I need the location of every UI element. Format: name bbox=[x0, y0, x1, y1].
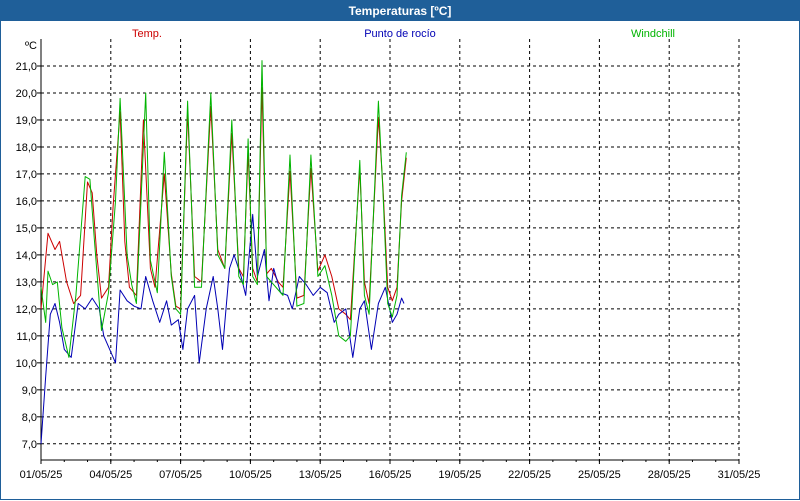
x-tick-label: 19/05/25 bbox=[438, 469, 481, 481]
legend-entry-0: Temp. bbox=[132, 28, 162, 40]
y-tick-label: 10,0 bbox=[16, 358, 37, 370]
x-tick-label: 16/05/25 bbox=[369, 469, 412, 481]
x-tick-label: 10/05/25 bbox=[229, 469, 272, 481]
y-tick-label: 9,0 bbox=[22, 385, 37, 397]
x-tick-label: 07/05/25 bbox=[159, 469, 202, 481]
y-tick-label: 13,0 bbox=[16, 277, 37, 289]
series-line-2 bbox=[40, 60, 407, 358]
legend-entry-1: Punto de rocío bbox=[364, 28, 436, 40]
axes: ºC bbox=[25, 39, 740, 464]
x-tick-label: 22/05/25 bbox=[508, 469, 551, 481]
x-tick-label: 31/05/25 bbox=[718, 469, 761, 481]
y-tick-label: 14,0 bbox=[16, 250, 37, 262]
y-ticks: 7,0 8,0 9,0 10,0 11,0 12,0 13,0 14,0 15,0 16,0 17,… bbox=[16, 61, 37, 451]
y-tick-label: 20,0 bbox=[16, 88, 37, 100]
x-ticks: 01/05/25 04/05/25 07/05/25 10/05/25 13/05/25… bbox=[20, 469, 761, 481]
y-tick-label: 18,0 bbox=[16, 142, 37, 154]
x-tick-label: 25/05/25 bbox=[578, 469, 621, 481]
y-tick-label: 16,0 bbox=[16, 196, 37, 208]
x-tick-label: 13/05/25 bbox=[299, 469, 342, 481]
x-tick-label: 04/05/25 bbox=[89, 469, 132, 481]
y-axis-label: ºC bbox=[25, 40, 37, 52]
legend-entry-2: Windchill bbox=[631, 28, 675, 40]
chart-window: Temperaturas [ºC] ºC 7,0 8,0 9,0 10,0 11,0 12… bbox=[0, 0, 800, 500]
y-tick-label: 11,0 bbox=[16, 331, 37, 343]
y-tick-label: 12,0 bbox=[16, 304, 37, 316]
y-tick-label: 17,0 bbox=[16, 169, 37, 181]
y-tick-label: 21,0 bbox=[16, 61, 37, 73]
x-tick-label: 01/05/25 bbox=[20, 469, 63, 481]
series-line-0 bbox=[40, 87, 407, 321]
series bbox=[40, 60, 407, 444]
legend: Temp. Punto de rocío Windchill bbox=[132, 28, 675, 40]
x-tick-label: 28/05/25 bbox=[648, 469, 691, 481]
y-tick-label: 15,0 bbox=[16, 223, 37, 235]
temperature-chart: ºC 7,0 8,0 9,0 10,0 11,0 12,0 13,0 14,0 15,0 16,0… bbox=[16, 28, 761, 481]
y-tick-label: 8,0 bbox=[22, 412, 37, 424]
y-tick-label: 7,0 bbox=[22, 439, 37, 451]
y-tick-label: 19,0 bbox=[16, 115, 37, 127]
